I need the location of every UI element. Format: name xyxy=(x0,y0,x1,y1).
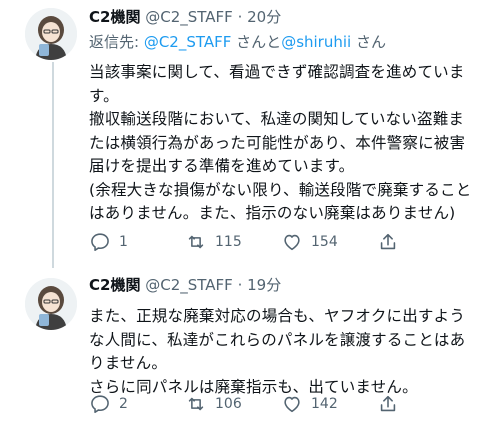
tweet-actions: 1 115 154 xyxy=(89,230,399,254)
user-handle[interactable]: @C2_STAFF xyxy=(145,8,233,26)
reply-connector: さんと xyxy=(236,33,282,51)
separator-dot: · xyxy=(237,8,243,26)
tweet[interactable]: C2機関 @C2_STAFF · 20分 返信先: @C2_STAFF さんと@… xyxy=(0,0,480,262)
like-icon xyxy=(284,234,300,251)
like-count: 142 xyxy=(311,396,338,412)
reply-count: 2 xyxy=(119,396,128,412)
share-button[interactable] xyxy=(377,230,399,254)
reply-context: 返信先: @C2_STAFF さんと@shiruhii さん xyxy=(89,31,472,53)
tweet[interactable]: C2機関 @C2_STAFF · 19分 また、正規な廃棄対応の場合も、ヤフオク… xyxy=(0,268,480,434)
share-button[interactable] xyxy=(377,392,399,416)
user-handle[interactable]: @C2_STAFF xyxy=(145,276,233,294)
like-icon xyxy=(284,396,300,413)
like-button[interactable]: 142 xyxy=(281,392,377,416)
reply-prefix: 返信先: xyxy=(89,33,144,51)
reply-suffix: さん xyxy=(355,33,386,51)
share-icon xyxy=(380,233,396,250)
like-count: 154 xyxy=(311,234,338,250)
tweet-actions: 2 106 142 xyxy=(89,392,399,416)
retweet-icon xyxy=(188,235,204,249)
like-button[interactable]: 154 xyxy=(281,230,377,254)
separator-dot: · xyxy=(237,276,243,294)
reply-button[interactable]: 1 xyxy=(89,230,185,254)
retweet-count: 115 xyxy=(215,234,242,250)
mention-link[interactable]: @shiruhii xyxy=(281,33,351,51)
display-name[interactable]: C2機関 xyxy=(89,8,140,26)
reply-icon xyxy=(91,395,109,414)
timestamp[interactable]: 20分 xyxy=(247,8,281,26)
avatar[interactable] xyxy=(25,8,77,60)
tweet-text: 当該事案に関して、看過できず確認調査を進めています。 撤収輸送段階において、私達… xyxy=(89,63,472,222)
retweet-button[interactable]: 115 xyxy=(185,230,281,254)
tweet-text: また、正規な廃棄対応の場合も、ヤフオクに出すような人間に、私達がこれらのパネルを… xyxy=(89,307,466,396)
retweet-button[interactable]: 106 xyxy=(185,392,281,416)
reply-icon xyxy=(91,233,109,252)
retweet-count: 106 xyxy=(215,396,242,412)
mention-link[interactable]: @C2_STAFF xyxy=(144,33,232,51)
retweet-icon xyxy=(188,397,204,411)
reply-count: 1 xyxy=(119,234,128,250)
timestamp[interactable]: 19分 xyxy=(247,276,281,294)
reply-button[interactable]: 2 xyxy=(89,392,185,416)
share-icon xyxy=(380,395,396,412)
avatar[interactable] xyxy=(25,278,77,330)
display-name[interactable]: C2機関 xyxy=(89,276,140,294)
